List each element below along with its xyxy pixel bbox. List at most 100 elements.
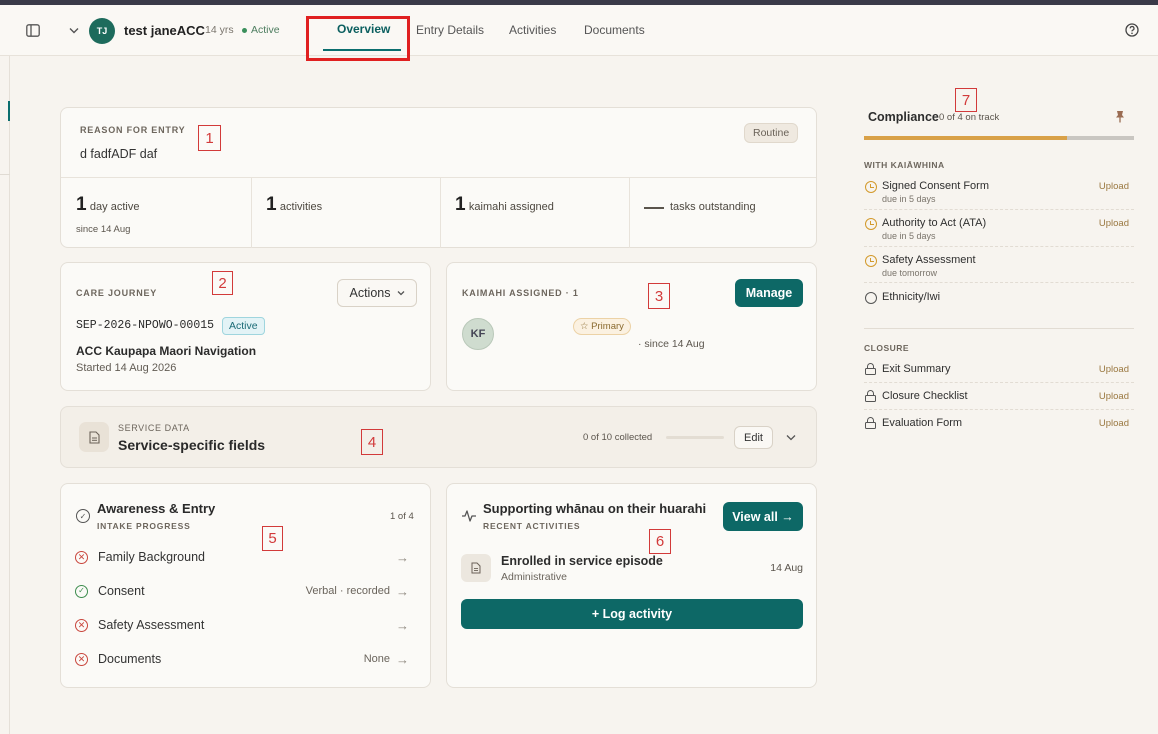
intake-item-right: Verbal · recorded → bbox=[306, 584, 409, 599]
service-data-card[interactable]: SERVICE DATA Service-specific fields 0 o… bbox=[60, 406, 817, 468]
care-journey-card: CARE JOURNEY Actions SEP-2026-NPOWO-0001… bbox=[60, 262, 431, 391]
upload-link[interactable]: Upload bbox=[1099, 391, 1129, 402]
lock-icon bbox=[865, 363, 876, 375]
reason-text: d fadfADF daf bbox=[80, 147, 158, 161]
recent-activities-card: Supporting whānau on their huarahi RECEN… bbox=[446, 483, 817, 688]
intake-item-documents[interactable]: ✕ Documents None → bbox=[75, 649, 409, 669]
compliance-item-title: Closure Checklist bbox=[882, 390, 968, 402]
sidebar-toggle-icon bbox=[26, 23, 40, 37]
tab-overview[interactable]: Overview bbox=[337, 22, 390, 36]
intake-item-detail: None bbox=[363, 653, 390, 665]
view-all-button[interactable]: View all → bbox=[723, 502, 803, 531]
stat-days-value: 1 bbox=[76, 194, 87, 215]
manage-button[interactable]: Manage bbox=[735, 279, 803, 307]
compliance-item-safety-assessment[interactable]: Safety Assessment due tomorrow bbox=[864, 252, 1134, 283]
pin-icon bbox=[1116, 111, 1124, 123]
compliance-item-due: due in 5 days bbox=[882, 194, 936, 204]
collected-count: 0 of 10 collected bbox=[583, 432, 653, 443]
compliance-item-signed-consent[interactable]: Signed Consent Form due in 5 days Upload bbox=[864, 178, 1134, 210]
compliance-item-title: Safety Assessment bbox=[882, 254, 976, 266]
intake-item-label: Family Background bbox=[98, 550, 205, 564]
activity-date: 14 Aug bbox=[770, 562, 803, 574]
stat-days-label: day active bbox=[89, 201, 140, 213]
reason-for-entry-card: REASON FOR ENTRY d fadfADF daf Routine 1… bbox=[60, 107, 817, 248]
kaimahi-card: KAIMAHI ASSIGNED · 1 Manage KF ☆ Primary… bbox=[446, 262, 817, 391]
intake-item-consent[interactable]: ✓ Consent Verbal · recorded → bbox=[75, 581, 409, 601]
activity-item[interactable]: Enrolled in service episode Administrati… bbox=[461, 552, 803, 586]
compliance-item-ethnicity-iwi[interactable]: Ethnicity/Iwi bbox=[864, 289, 1134, 309]
stat-days-active-line: 1 day active bbox=[76, 194, 139, 216]
stat-days-sub: since 14 Aug bbox=[76, 224, 131, 235]
incomplete-x-icon: ✕ bbox=[75, 618, 88, 632]
intake-progress-card: ✓ Awareness & Entry INTAKE PROGRESS 1 of… bbox=[60, 483, 431, 688]
activity-title: Enrolled in service episode bbox=[501, 554, 663, 568]
stat-kaimahi-line: 1 kaimahi assigned bbox=[455, 194, 554, 216]
kaimahi-since: · since 14 Aug bbox=[638, 338, 705, 350]
upload-link[interactable]: Upload bbox=[1099, 218, 1129, 229]
actions-button-label: Actions bbox=[349, 286, 391, 300]
stat-kaimahi-label: kaimahi assigned bbox=[468, 201, 554, 213]
annotation-marker-3: 3 bbox=[648, 283, 670, 309]
intake-item-label: Safety Assessment bbox=[98, 618, 205, 632]
annotation-marker-5: 5 bbox=[262, 526, 283, 551]
log-activity-button[interactable]: + Log activity bbox=[461, 599, 803, 629]
intake-item-right: → bbox=[390, 618, 409, 633]
upload-link[interactable]: Upload bbox=[1099, 181, 1129, 192]
started-date: Started 14 Aug 2026 bbox=[76, 362, 177, 374]
help-button[interactable] bbox=[1124, 22, 1140, 38]
compliance-item-exit-summary[interactable]: Exit Summary Upload bbox=[864, 361, 1134, 383]
stat-tasks-dash bbox=[644, 207, 664, 209]
compliance-item-due: due tomorrow bbox=[882, 268, 938, 278]
edit-button[interactable]: Edit bbox=[734, 426, 773, 449]
document-icon bbox=[88, 430, 100, 444]
patient-dropdown-button[interactable] bbox=[66, 21, 82, 39]
chevron-down-icon bbox=[786, 434, 796, 440]
compliance-section-divider bbox=[864, 328, 1134, 329]
expand-button[interactable] bbox=[783, 429, 799, 445]
intake-progress-count: 1 of 4 bbox=[390, 511, 414, 522]
compliance-section-kaiawhina-label: WITH KAIĀWHINA bbox=[864, 160, 945, 170]
intake-item-family-background[interactable]: ✕ Family Background → bbox=[75, 547, 409, 567]
incomplete-x-icon: ✕ bbox=[75, 652, 88, 666]
compliance-item-closure-checklist[interactable]: Closure Checklist Upload bbox=[864, 388, 1134, 410]
upload-link[interactable]: Upload bbox=[1099, 364, 1129, 375]
intake-item-safety-assessment[interactable]: ✕ Safety Assessment → bbox=[75, 615, 409, 635]
activities-subtitle: RECENT ACTIVITIES bbox=[483, 521, 581, 531]
patient-name: test janeACC bbox=[124, 23, 205, 38]
pin-button[interactable] bbox=[1114, 110, 1128, 124]
star-icon: ☆ bbox=[580, 321, 589, 332]
circle-icon bbox=[865, 292, 877, 304]
compliance-item-authority-to-act[interactable]: Authority to Act (ATA) due in 5 days Upl… bbox=[864, 215, 1134, 247]
incomplete-x-icon: ✕ bbox=[75, 550, 88, 564]
left-rail-active-marker bbox=[8, 101, 10, 121]
upload-link[interactable]: Upload bbox=[1099, 418, 1129, 429]
intake-subtitle: INTAKE PROGRESS bbox=[97, 521, 191, 531]
help-icon bbox=[1125, 23, 1139, 37]
arrow-right-icon: → bbox=[396, 651, 409, 667]
program-name: ACC Kaupapa Maori Navigation bbox=[76, 344, 257, 358]
compliance-item-title: Signed Consent Form bbox=[882, 180, 989, 192]
episode-status-badge: Active bbox=[222, 317, 265, 335]
annotation-marker-7: 7 bbox=[955, 88, 977, 112]
reason-label: REASON FOR ENTRY bbox=[80, 125, 186, 135]
compliance-item-evaluation-form[interactable]: Evaluation Form Upload bbox=[864, 415, 1134, 437]
patient-status: Active bbox=[242, 24, 280, 36]
tab-entry-details[interactable]: Entry Details bbox=[416, 23, 484, 37]
routine-badge: Routine bbox=[744, 123, 799, 143]
intake-item-detail: Verbal · recorded bbox=[305, 585, 390, 597]
arrow-right-icon: → bbox=[396, 549, 409, 565]
arrow-right-icon: → bbox=[396, 583, 409, 599]
service-data-label: SERVICE DATA bbox=[118, 423, 190, 433]
tab-activities[interactable]: Activities bbox=[509, 23, 556, 37]
actions-button[interactable]: Actions bbox=[337, 279, 417, 307]
compliance-summary: 0 of 4 on track bbox=[939, 112, 1000, 123]
tab-documents[interactable]: Documents bbox=[584, 23, 645, 37]
sidebar-toggle-button[interactable] bbox=[24, 21, 42, 39]
patient-header: TJ test janeACC 14 yrs Active Overview E… bbox=[0, 5, 1158, 61]
arrow-right-icon: → bbox=[396, 617, 409, 633]
intake-item-label: Documents bbox=[98, 652, 162, 666]
document-icon bbox=[471, 562, 481, 574]
stat-activities-label: activities bbox=[279, 201, 323, 213]
chevron-down-icon bbox=[69, 27, 79, 33]
annotation-marker-4: 4 bbox=[361, 429, 383, 455]
